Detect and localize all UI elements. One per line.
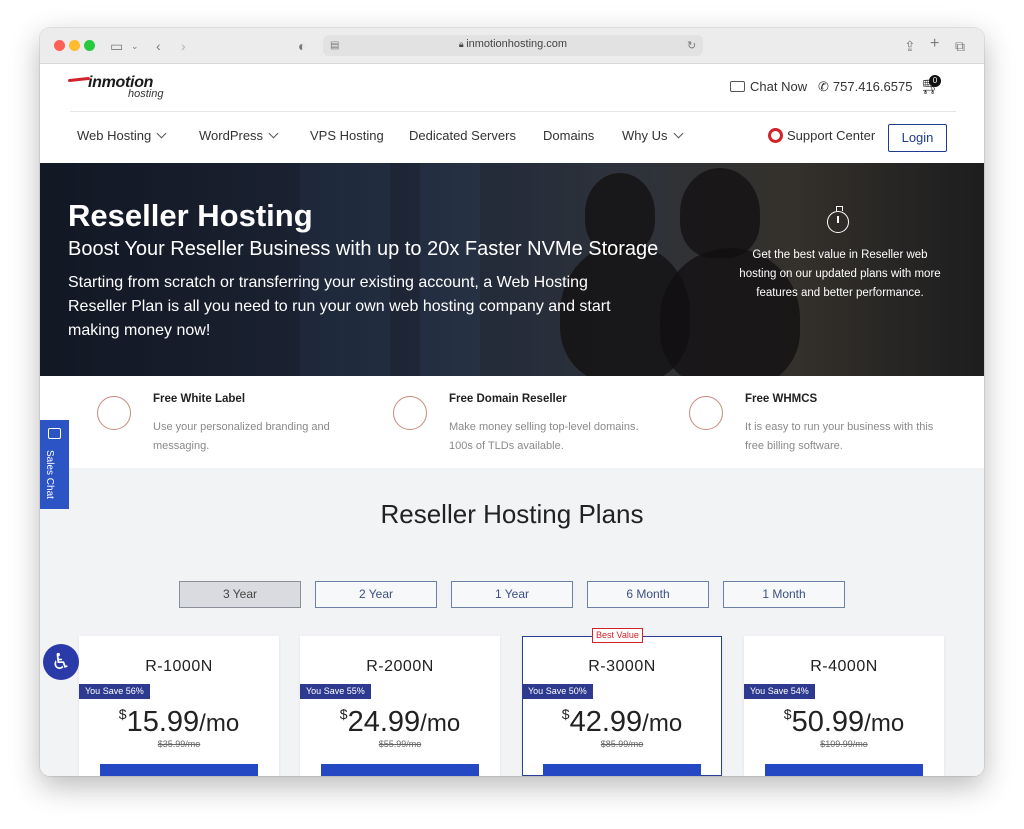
minimize-window-button[interactable]	[69, 40, 80, 51]
phone-link[interactable]: ✆ 757.416.6575	[818, 79, 912, 95]
plan-price: $42.99/mo	[561, 706, 683, 738]
support-center-link[interactable]: Support Center	[768, 128, 875, 143]
logo-swoosh	[67, 76, 91, 83]
chevron-down-icon	[673, 128, 683, 139]
nav-why-us[interactable]: Why Us	[622, 128, 683, 143]
plan-price: $15.99/mo	[118, 706, 240, 738]
original-price: $85.99/mo	[600, 739, 644, 749]
phone-icon: ✆	[818, 79, 829, 94]
close-window-button[interactable]	[54, 40, 65, 51]
feature-description: Make money selling top-level domains. 10…	[449, 421, 639, 452]
select-plan-button[interactable]	[543, 764, 701, 776]
sales-chat-label: Sales Chat	[44, 450, 55, 499]
stopwatch-icon	[827, 206, 849, 233]
cart-count-badge: 0	[929, 75, 941, 87]
savings-badge: You Save 54%	[744, 684, 815, 699]
reload-icon[interactable]: ↻	[687, 37, 696, 55]
chevron-down-icon[interactable]: ⌄	[131, 37, 139, 55]
nav-domains[interactable]: Domains	[543, 128, 594, 143]
phone-number: 757.416.6575	[832, 79, 913, 94]
header-divider	[70, 111, 956, 112]
browser-window: ▭ ⌄ ‹ › ◐ ▤ 🔒︎ inmotionhosting.com ↻ ⇪ +…	[40, 28, 984, 776]
term-2-year-button[interactable]: 2 Year	[315, 581, 437, 608]
site-logo[interactable]: inmotion hosting	[67, 74, 163, 100]
globe-icon	[393, 396, 427, 430]
login-button[interactable]: Login	[888, 124, 947, 152]
sales-chat-tab[interactable]: Sales Chat	[40, 420, 69, 509]
savings-badge: You Save 50%	[522, 684, 593, 699]
hero-side-text: Get the best value in Reseller web hosti…	[739, 249, 941, 299]
original-price: $35.99/mo	[157, 739, 201, 749]
term-3-year-button[interactable]: 3 Year	[179, 581, 301, 608]
maximize-window-button[interactable]	[84, 40, 95, 51]
plan-price: $24.99/mo	[339, 706, 461, 738]
nav-dedicated-servers[interactable]: Dedicated Servers	[409, 128, 516, 143]
term-1-month-button[interactable]: 1 Month	[723, 581, 845, 608]
chat-bubble-icon	[730, 81, 745, 92]
plan-name: R-1000N	[145, 658, 213, 675]
select-plan-button[interactable]	[765, 764, 923, 776]
browser-toolbar: ▭ ⌄ ‹ › ◐ ▤ 🔒︎ inmotionhosting.com ↻ ⇪ +…	[40, 28, 984, 64]
chevron-down-icon	[268, 128, 279, 139]
chat-now-link[interactable]: Chat Now	[730, 79, 807, 94]
nav-web-hosting[interactable]: Web Hosting	[77, 128, 167, 143]
logo-subtext: hosting	[128, 88, 164, 100]
plan-name: R-2000N	[366, 658, 434, 675]
chat-icon	[48, 428, 61, 439]
accessibility-icon[interactable]: ♿︎	[43, 644, 79, 680]
select-plan-button[interactable]	[321, 764, 479, 776]
nav-wordpress[interactable]: WordPress	[199, 128, 279, 143]
tabs-overview-icon[interactable]: ⧉	[955, 37, 965, 55]
savings-badge: You Save 56%	[79, 684, 150, 699]
hero-subtitle: Boost Your Reseller Business with up to …	[68, 238, 659, 260]
chevron-down-icon	[156, 128, 167, 139]
term-6-month-button[interactable]: 6 Month	[587, 581, 709, 608]
feature-title: Free WHMCS	[745, 393, 818, 405]
share-icon[interactable]: ⇪	[904, 37, 916, 55]
best-value-tag: Best Value	[592, 628, 643, 643]
term-1-year-button[interactable]: 1 Year	[451, 581, 573, 608]
feature-description: It is easy to run your business with thi…	[745, 421, 934, 452]
select-plan-button[interactable]	[100, 764, 258, 776]
hero-title: Reseller Hosting	[68, 198, 313, 233]
money-hand-icon	[689, 396, 723, 430]
address-bar[interactable]: ▤ 🔒︎ inmotionhosting.com ↻	[323, 35, 703, 56]
sidebar-toggle-icon[interactable]: ▭	[110, 37, 123, 55]
privacy-shield-icon[interactable]: ◐	[298, 37, 306, 55]
back-arrow-icon[interactable]: ‹	[156, 37, 161, 55]
plans-title: Reseller Hosting Plans	[380, 499, 644, 529]
support-center-label: Support Center	[787, 128, 876, 143]
new-tab-icon[interactable]: +	[930, 35, 939, 53]
plan-name: R-3000N	[588, 658, 656, 675]
plan-name: R-4000N	[810, 658, 878, 675]
original-price: $55.99/mo	[378, 739, 422, 749]
hero-description: Starting from scratch or transferring yo…	[68, 274, 611, 339]
original-price: $109.99/mo	[820, 739, 868, 749]
chat-now-label: Chat Now	[750, 79, 808, 94]
handshake-icon	[97, 396, 131, 430]
feature-title: Free Domain Reseller	[449, 393, 567, 405]
feature-title: Free White Label	[153, 393, 246, 405]
forward-arrow-icon[interactable]: ›	[181, 37, 186, 55]
nav-vps-hosting[interactable]: VPS Hosting	[310, 128, 384, 143]
savings-badge: You Save 55%	[300, 684, 371, 699]
feature-description: Use your personalized branding and messa…	[153, 421, 330, 452]
plan-price: $50.99/mo	[783, 706, 905, 738]
lifebuoy-icon	[768, 128, 783, 143]
url-text: inmotionhosting.com	[466, 38, 568, 50]
